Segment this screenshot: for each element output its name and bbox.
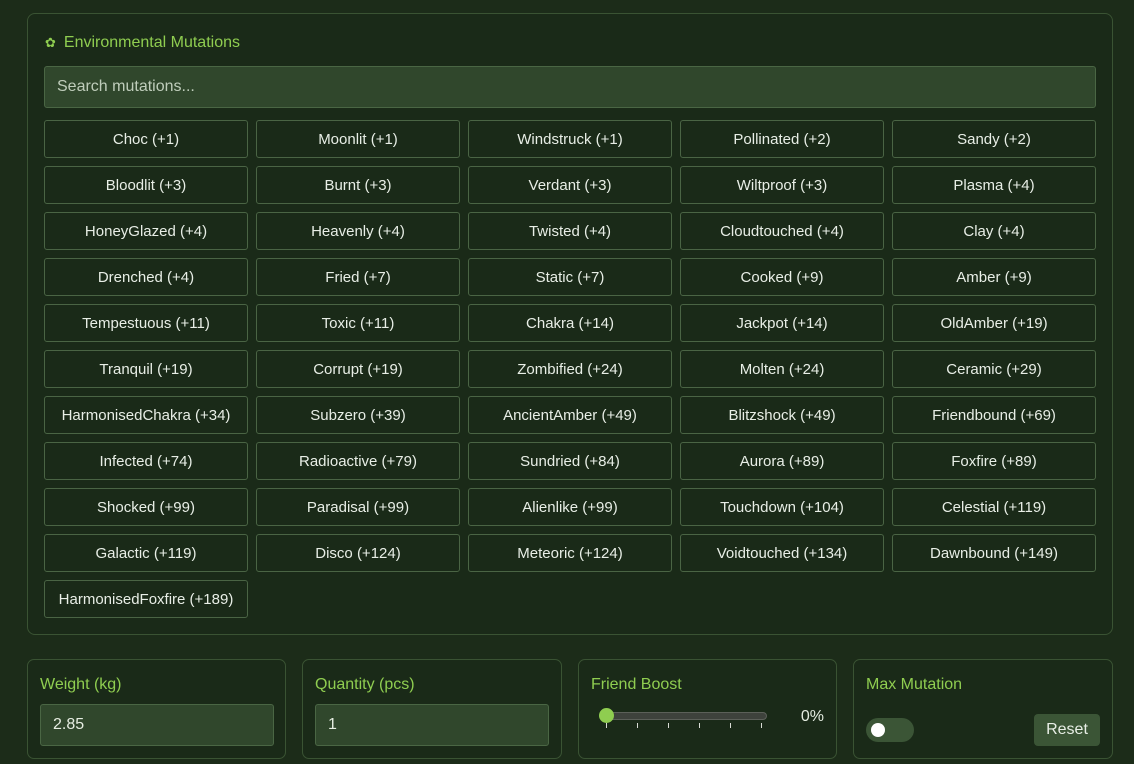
slider-tick — [761, 723, 762, 728]
mutation-button[interactable]: Shocked (+99) — [44, 488, 248, 526]
mutation-button[interactable]: Windstruck (+1) — [468, 120, 672, 158]
mutation-button[interactable]: Dawnbound (+149) — [892, 534, 1096, 572]
mutation-button[interactable]: Paradisal (+99) — [256, 488, 460, 526]
friend-boost-slider-track[interactable] — [599, 712, 767, 720]
mutation-button[interactable]: Blitzshock (+49) — [680, 396, 884, 434]
mutation-button[interactable]: Sandy (+2) — [892, 120, 1096, 158]
weight-card: Weight (kg) — [27, 659, 286, 759]
mutation-button[interactable]: Plasma (+4) — [892, 166, 1096, 204]
friend-boost-slider-ticks — [599, 723, 761, 729]
mutation-button[interactable]: Corrupt (+19) — [256, 350, 460, 388]
mutations-panel-header: ✿ Environmental Mutations — [45, 33, 240, 53]
mutation-button[interactable]: Zombified (+24) — [468, 350, 672, 388]
mutation-button[interactable]: Bloodlit (+3) — [44, 166, 248, 204]
quantity-input[interactable] — [315, 704, 549, 746]
mutation-button[interactable]: Static (+7) — [468, 258, 672, 296]
max-mutation-toggle[interactable] — [866, 718, 914, 742]
mutation-button[interactable]: Burnt (+3) — [256, 166, 460, 204]
mutation-button[interactable]: Infected (+74) — [44, 442, 248, 480]
mutation-button[interactable]: HarmonisedChakra (+34) — [44, 396, 248, 434]
toggle-knob — [871, 723, 885, 737]
friend-boost-label: Friend Boost — [591, 676, 682, 694]
mutation-button[interactable]: Verdant (+3) — [468, 166, 672, 204]
mutation-button[interactable]: Tranquil (+19) — [44, 350, 248, 388]
mutation-button[interactable]: Choc (+1) — [44, 120, 248, 158]
mutation-button[interactable]: Wiltproof (+3) — [680, 166, 884, 204]
weight-input[interactable] — [40, 704, 274, 746]
mutation-button[interactable]: Alienlike (+99) — [468, 488, 672, 526]
mutations-panel-title: Environmental Mutations — [64, 34, 240, 52]
mutation-button[interactable]: Sundried (+84) — [468, 442, 672, 480]
mutation-button[interactable]: Pollinated (+2) — [680, 120, 884, 158]
mutation-button[interactable]: Toxic (+11) — [256, 304, 460, 342]
slider-tick — [699, 723, 700, 728]
mutations-panel: ✿ Environmental Mutations Choc (+1)Moonl… — [27, 13, 1113, 635]
mutation-button[interactable]: Radioactive (+79) — [256, 442, 460, 480]
mutation-button[interactable]: Chakra (+14) — [468, 304, 672, 342]
slider-tick — [637, 723, 638, 728]
mutation-button[interactable]: Meteoric (+124) — [468, 534, 672, 572]
friend-boost-slider-thumb[interactable] — [599, 708, 614, 723]
mutation-button[interactable]: Foxfire (+89) — [892, 442, 1096, 480]
mutation-button[interactable]: Galactic (+119) — [44, 534, 248, 572]
max-mutation-card: Max Mutation Reset — [853, 659, 1113, 759]
mutation-button[interactable]: Touchdown (+104) — [680, 488, 884, 526]
mutation-button[interactable]: Moonlit (+1) — [256, 120, 460, 158]
mutation-button[interactable]: Heavenly (+4) — [256, 212, 460, 250]
mutation-button[interactable]: AncientAmber (+49) — [468, 396, 672, 434]
mutation-button[interactable]: OldAmber (+19) — [892, 304, 1096, 342]
mutation-button[interactable]: Subzero (+39) — [256, 396, 460, 434]
mutation-button[interactable]: Ceramic (+29) — [892, 350, 1096, 388]
quantity-card: Quantity (pcs) — [302, 659, 562, 759]
slider-tick — [730, 723, 731, 728]
weight-label: Weight (kg) — [40, 676, 122, 694]
slider-tick — [668, 723, 669, 728]
mutation-button[interactable]: Fried (+7) — [256, 258, 460, 296]
friend-boost-value: 0% — [801, 708, 824, 726]
mutation-grid: Choc (+1)Moonlit (+1)Windstruck (+1)Poll… — [44, 120, 1096, 618]
mutation-button[interactable]: Cooked (+9) — [680, 258, 884, 296]
mutation-button[interactable]: Twisted (+4) — [468, 212, 672, 250]
mutation-button[interactable]: Friendbound (+69) — [892, 396, 1096, 434]
mutation-button[interactable]: HoneyGlazed (+4) — [44, 212, 248, 250]
mutation-button[interactable]: Molten (+24) — [680, 350, 884, 388]
reset-button[interactable]: Reset — [1034, 714, 1100, 746]
slider-tick — [606, 723, 607, 728]
mutation-button[interactable]: Jackpot (+14) — [680, 304, 884, 342]
mutation-button[interactable]: Aurora (+89) — [680, 442, 884, 480]
mutation-button[interactable]: Clay (+4) — [892, 212, 1096, 250]
mutation-button[interactable]: Amber (+9) — [892, 258, 1096, 296]
mutation-button[interactable]: Tempestuous (+11) — [44, 304, 248, 342]
mutation-button[interactable]: HarmonisedFoxfire (+189) — [44, 580, 248, 618]
flower-icon: ✿ — [45, 35, 56, 51]
mutation-button[interactable]: Cloudtouched (+4) — [680, 212, 884, 250]
quantity-label: Quantity (pcs) — [315, 676, 415, 694]
search-input[interactable] — [44, 66, 1096, 108]
mutation-button[interactable]: Drenched (+4) — [44, 258, 248, 296]
friend-boost-card: Friend Boost 0% — [578, 659, 837, 759]
mutation-button[interactable]: Disco (+124) — [256, 534, 460, 572]
mutation-button[interactable]: Voidtouched (+134) — [680, 534, 884, 572]
mutation-button[interactable]: Celestial (+119) — [892, 488, 1096, 526]
max-mutation-label: Max Mutation — [866, 676, 962, 694]
